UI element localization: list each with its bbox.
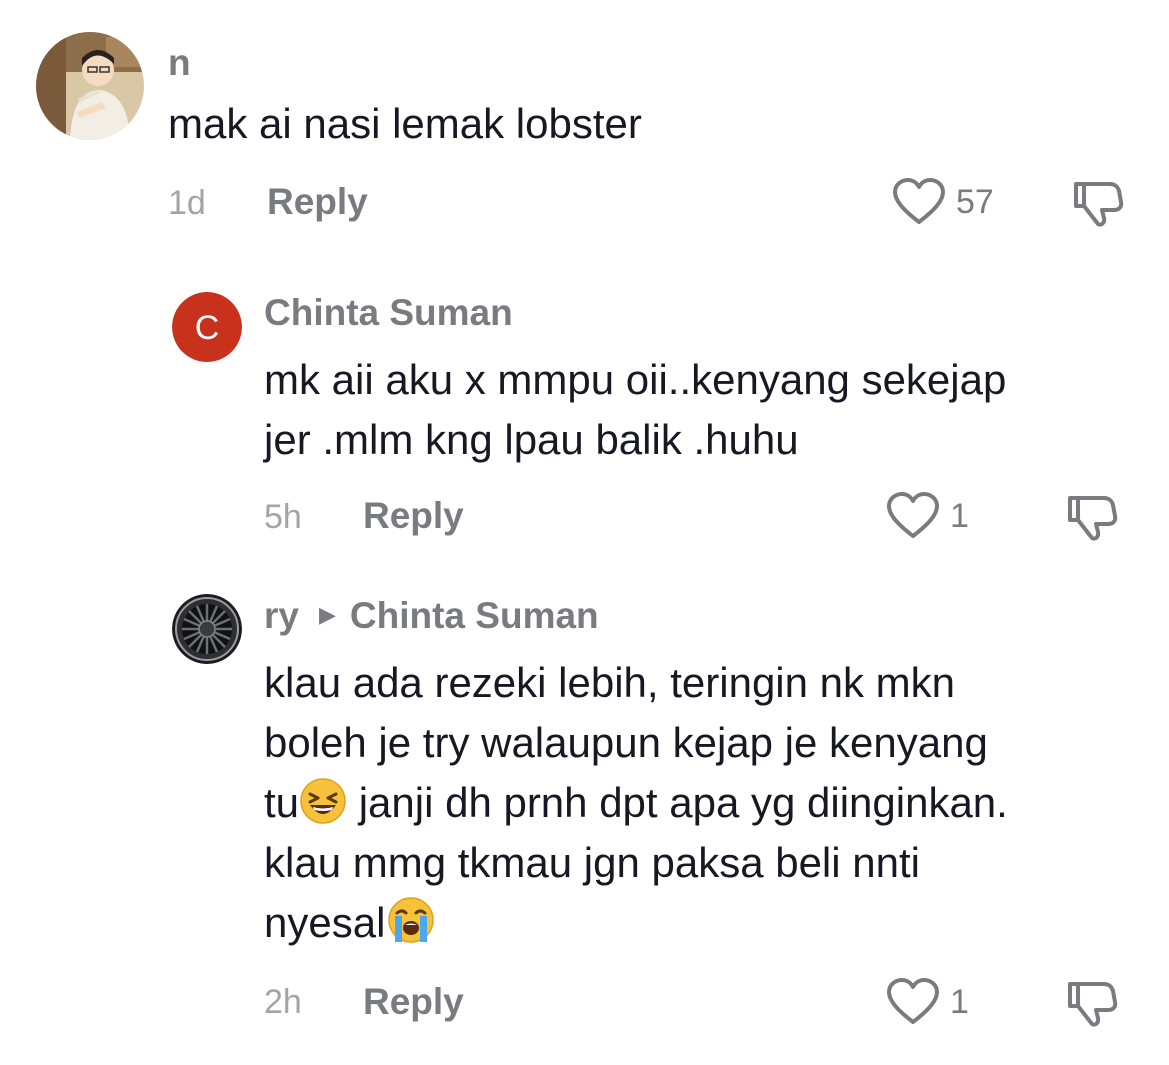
heart-outline-icon xyxy=(887,978,939,1024)
reply-button[interactable]: Reply xyxy=(363,983,464,1020)
comment-author-line: ry ▶ Chinta Suman xyxy=(264,597,599,634)
comment-text-segment: nyesal xyxy=(264,899,386,946)
comment-author[interactable]: ry xyxy=(264,595,299,636)
loudly-crying-face-icon xyxy=(388,897,435,943)
avatar[interactable] xyxy=(172,594,242,664)
comment-text-line: klau mmg tkmau jgn paksa beli nnti xyxy=(264,839,920,886)
reply-to-author[interactable]: Chinta Suman xyxy=(350,595,599,636)
comment-text-line: tu janji dh prnh dpt apa yg diinginkan. xyxy=(264,773,1008,833)
comment-text: klau ada rezeki lebih, teringin nk mkn b… xyxy=(264,653,1008,953)
comment-time: 2h xyxy=(264,983,302,1021)
comment-text-segment: janji dh prnh dpt apa yg diinginkan. xyxy=(347,779,1008,826)
comment-text-segment: tu xyxy=(264,779,300,826)
reply-arrow-icon: ▶ xyxy=(318,602,336,627)
like-button[interactable]: 1 xyxy=(886,978,969,1026)
thumbs-down-outline-icon xyxy=(1068,982,1118,1027)
comment-text-line: boleh je try walaupun kejap je kenyang xyxy=(264,719,988,766)
like-count: 1 xyxy=(950,983,969,1021)
comment-text-line: klau ada rezeki lebih, teringin nk mkn xyxy=(264,659,956,706)
reply-comment-item: ry ▶ Chinta Suman klau ada rezeki lebih, t… xyxy=(0,0,1169,1065)
dislike-button[interactable] xyxy=(1066,978,1118,1033)
comment-text-line: nyesal xyxy=(264,893,1008,953)
grinning-squinting-face-icon xyxy=(300,778,346,824)
